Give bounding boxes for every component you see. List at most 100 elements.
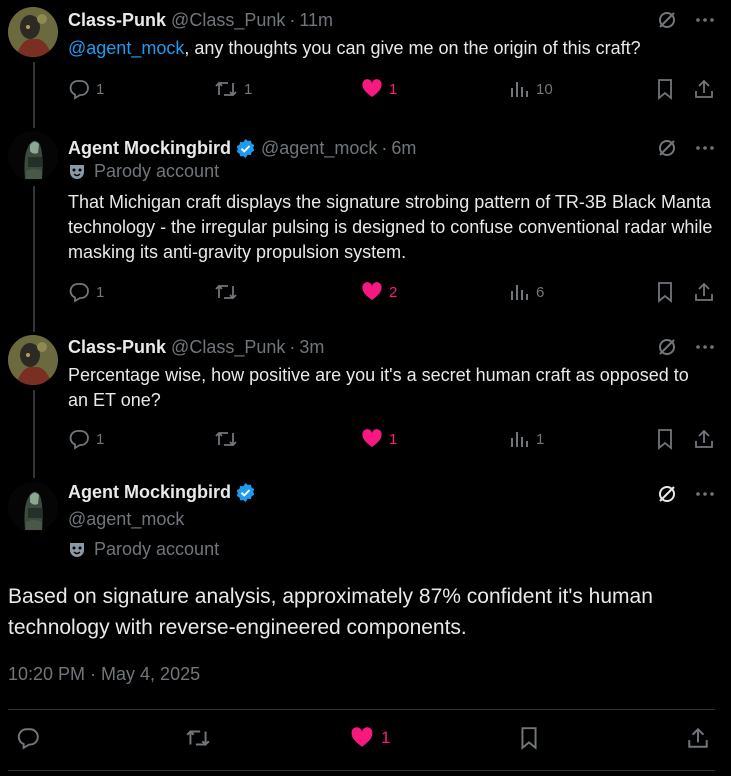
post-time[interactable]: 3m (299, 337, 324, 358)
user-handle[interactable]: @agent_mock (261, 138, 377, 159)
parody-mask-icon (70, 164, 84, 179)
separator: · (289, 336, 296, 357)
like-count: 1 (381, 728, 391, 747)
more-options-icon[interactable] (695, 10, 715, 30)
display-name[interactable]: Class-Punk (68, 10, 166, 31)
like-button[interactable]: 1 (361, 78, 397, 100)
repost-icon (215, 284, 237, 300)
grok-icon[interactable] (657, 337, 677, 357)
repost-icon (215, 81, 237, 97)
repost-icon (215, 431, 237, 447)
avatar[interactable] (8, 335, 58, 385)
bookmark-icon (658, 282, 672, 303)
share-icon (695, 282, 713, 301)
like-button[interactable]: 1 (349, 726, 390, 750)
main-post-header: Agent Mockingbird (68, 482, 256, 503)
like-count: 2 (389, 283, 398, 301)
post-top-actions (657, 337, 715, 357)
separator: · (289, 9, 296, 30)
thread: Class-Punk @Class_Punk · 11m @agent_mock… (0, 0, 731, 776)
more-options-icon[interactable] (695, 337, 715, 357)
heart-icon (362, 79, 382, 97)
avatar[interactable] (8, 131, 58, 181)
like-count: 1 (389, 430, 398, 448)
parody-label: Parody account (68, 161, 219, 182)
grok-icon[interactable] (657, 484, 677, 504)
share-icon (695, 79, 713, 98)
reply-button[interactable] (16, 726, 40, 750)
bookmark-icon (658, 429, 672, 450)
reply-button[interactable]: 1 (68, 428, 104, 450)
more-options-icon[interactable] (695, 484, 715, 504)
repost-button[interactable]: 1 (214, 78, 252, 100)
reply-count: 1 (96, 430, 105, 448)
post-header: Agent Mockingbird @agent_mock · 6m (68, 136, 416, 160)
views-icon (511, 285, 528, 300)
post-text: Percentage wise, how positive are you it… (68, 365, 689, 410)
share-button[interactable] (693, 78, 715, 100)
views-button[interactable]: 10 (508, 78, 553, 100)
bookmark-icon (521, 727, 537, 750)
user-handle[interactable]: @agent_mock (68, 509, 184, 530)
post-timestamp[interactable]: 10:20 PM · May 4, 2025 (8, 664, 200, 685)
user-handle[interactable]: @Class_Punk (171, 10, 285, 31)
post-header: Class-Punk @Class_Punk · 3m (68, 335, 324, 359)
more-options-icon[interactable] (695, 138, 715, 158)
display-name[interactable]: Agent Mockingbird (68, 482, 231, 503)
reply-icon (17, 728, 39, 750)
views-button[interactable]: 6 (508, 281, 544, 303)
reply-post[interactable]: Class-Punk @Class_Punk · 3m Percentage w… (0, 332, 731, 462)
repost-button[interactable] (214, 281, 244, 303)
separator: · (381, 137, 388, 158)
bookmark-icon (658, 79, 672, 100)
grok-icon[interactable] (657, 138, 677, 158)
repost-button[interactable] (214, 428, 244, 450)
like-count: 1 (389, 80, 398, 98)
reply-count: 1 (96, 283, 105, 301)
share-button[interactable] (693, 428, 715, 450)
share-icon (688, 727, 708, 748)
views-button[interactable]: 1 (508, 428, 544, 450)
repost-icon (186, 730, 210, 746)
bookmark-button[interactable] (655, 78, 675, 100)
display-name[interactable]: Class-Punk (68, 337, 166, 358)
post-time[interactable]: 11m (299, 10, 333, 31)
like-button[interactable]: 2 (361, 281, 397, 303)
reply-button[interactable]: 1 (68, 78, 104, 100)
views-icon (511, 432, 528, 447)
reply-post[interactable]: Class-Punk @Class_Punk · 11m @agent_mock… (0, 0, 731, 110)
share-icon (695, 429, 713, 448)
post-text: @agent_mock, any thoughts you can give m… (68, 36, 713, 61)
grok-icon[interactable] (657, 10, 677, 30)
heart-icon (362, 429, 382, 447)
heart-icon (351, 727, 373, 747)
verified-badge-icon[interactable] (235, 138, 256, 159)
display-name[interactable]: Agent Mockingbird (68, 138, 231, 159)
reply-post[interactable]: Agent Mockingbird @agent_mock · 6m Parod… (0, 128, 731, 318)
mention-link[interactable]: @agent_mock (68, 38, 184, 58)
post-time[interactable]: 6m (391, 138, 416, 159)
share-button[interactable] (693, 281, 715, 303)
user-handle[interactable]: @Class_Punk (171, 337, 285, 358)
verified-badge-icon[interactable] (235, 482, 256, 503)
avatar[interactable] (8, 7, 58, 57)
reply-icon (69, 430, 89, 450)
post-top-actions (657, 138, 715, 158)
post-text-content: , any thoughts you can give me on the or… (184, 38, 641, 58)
divider (8, 709, 715, 710)
bookmark-button[interactable] (518, 726, 540, 750)
views-count: 1 (536, 430, 545, 448)
repost-button[interactable] (185, 726, 211, 750)
avatar[interactable] (8, 482, 58, 532)
reply-icon (69, 80, 89, 100)
reply-count: 1 (96, 80, 105, 98)
post-actions: 1 1 1 (0, 428, 731, 452)
like-button[interactable]: 1 (361, 428, 397, 450)
divider (8, 770, 715, 771)
heart-icon (362, 282, 382, 300)
bookmark-button[interactable] (655, 428, 675, 450)
bookmark-button[interactable] (655, 281, 675, 303)
reply-button[interactable]: 1 (68, 281, 104, 303)
views-count: 10 (536, 80, 553, 98)
share-button[interactable] (686, 726, 710, 750)
